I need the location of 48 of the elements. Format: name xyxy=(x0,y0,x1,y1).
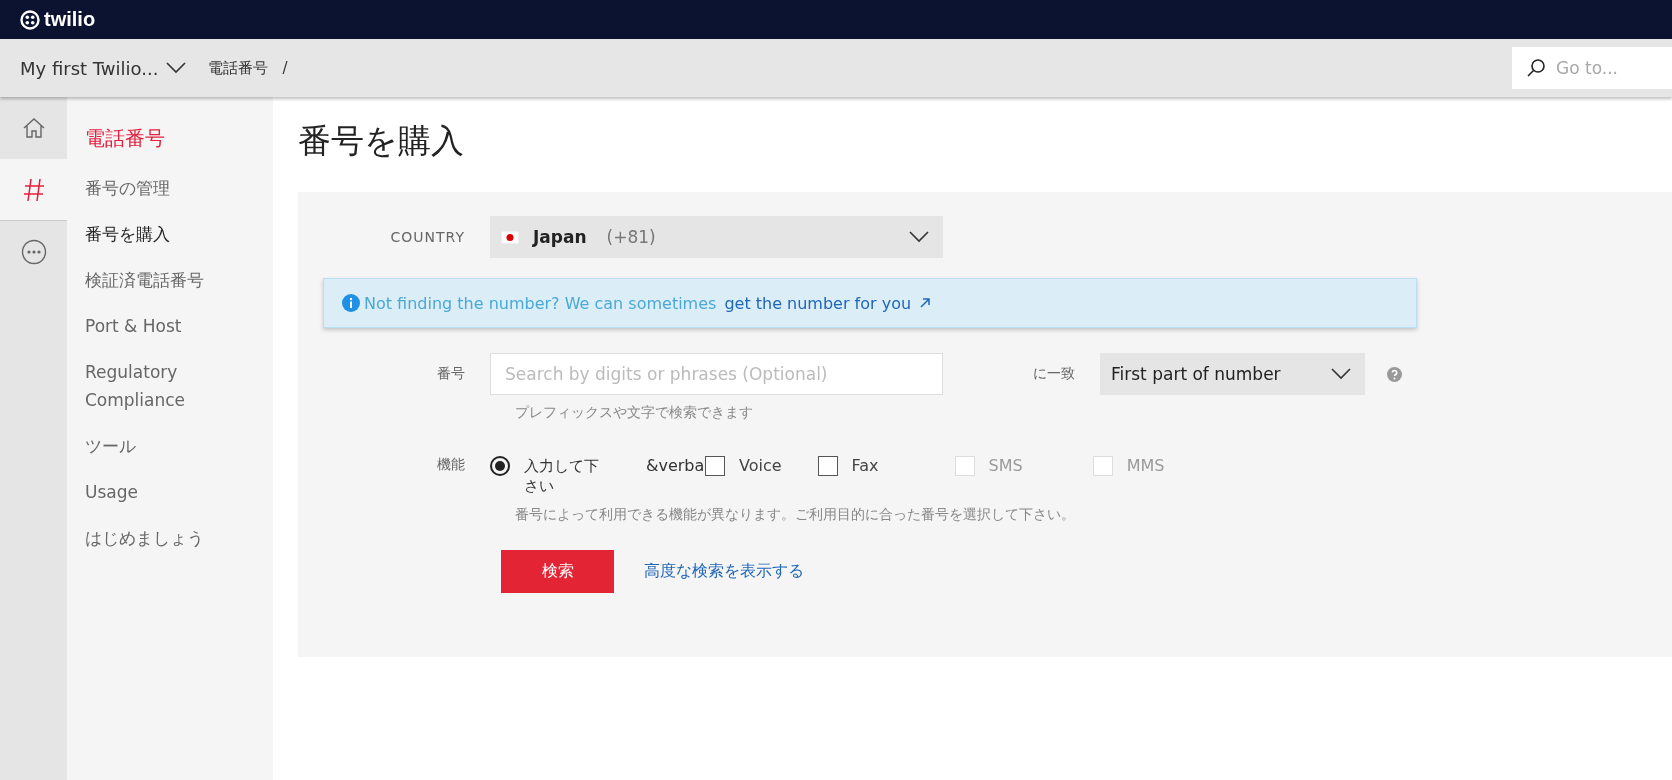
search-field[interactable]: Go to... xyxy=(1512,47,1672,89)
country-select[interactable]: Japan (+81) xyxy=(490,216,943,258)
radio-button[interactable] xyxy=(490,456,510,476)
radio-option[interactable]: 入力して下さい xyxy=(490,456,612,496)
country-label: COUNTRY xyxy=(389,229,466,245)
match-select[interactable]: First part of number xyxy=(1100,353,1365,395)
advanced-search-link[interactable]: 高度な検索を表示する xyxy=(644,561,804,582)
logo-icon xyxy=(20,9,40,30)
checkbox-option[interactable]: Voice xyxy=(705,456,782,476)
get-number-link[interactable]: get the number for you xyxy=(724,293,932,313)
page-title: 番号を購入 xyxy=(298,120,465,162)
help-icon[interactable] xyxy=(1387,366,1402,382)
home-icon xyxy=(21,116,46,140)
sidebar-item[interactable]: ツール xyxy=(85,432,255,460)
breadcrumb-link[interactable]: 電話番号 xyxy=(208,58,269,78)
more-icon xyxy=(20,239,47,265)
sidebar-item[interactable]: Usage xyxy=(85,478,255,506)
sidebar-item[interactable]: はじめましょう xyxy=(85,524,255,552)
sidebar-item[interactable]: Port & Host xyxy=(85,312,255,340)
caret-icon xyxy=(166,62,187,74)
number-input[interactable]: Search by digits or phrases (Optional) xyxy=(490,353,943,395)
search-icon xyxy=(1526,58,1546,78)
sidebar-item[interactable]: 番号を購入 xyxy=(85,220,255,248)
breadcrumb-separator: / xyxy=(282,59,288,77)
checkbox-option[interactable]: Fax xyxy=(817,456,879,476)
checkbox[interactable] xyxy=(817,456,838,476)
logo-text[interactable]: twilio xyxy=(44,8,96,31)
number-hint: プレフィックスや文字で検索できます xyxy=(515,404,754,422)
caret-icon xyxy=(909,231,929,243)
rail-item[interactable] xyxy=(0,159,67,221)
info-icon xyxy=(342,294,360,312)
capabilities-note: 番号によって利用できる機能が異なります。ご利用目的に合った番号を選択して下さい。 xyxy=(515,506,1076,524)
hash-icon xyxy=(22,176,45,203)
project-selector[interactable]: My first Twilio... xyxy=(20,57,187,79)
sidebar-item[interactable]: Regulatory Compliance xyxy=(85,358,255,414)
checkbox[interactable] xyxy=(705,456,725,476)
match-label: に一致 xyxy=(1032,365,1076,383)
sidebar-item[interactable]: 番号の管理 xyxy=(85,174,255,202)
number-label: 番号 xyxy=(436,365,466,383)
caret-icon xyxy=(1331,368,1351,380)
external-link-icon xyxy=(919,297,932,309)
flag-icon xyxy=(501,230,519,244)
sidebar-item[interactable]: 検証済電話番号 xyxy=(85,266,255,294)
capabilities-label: 機能 xyxy=(436,456,466,474)
search-button[interactable]: 検索 xyxy=(501,550,614,593)
info-text: Not finding the number? We can sometimes xyxy=(364,293,717,313)
option-text: &verba xyxy=(646,456,705,476)
sidebar-title: 電話番号 xyxy=(85,125,166,152)
